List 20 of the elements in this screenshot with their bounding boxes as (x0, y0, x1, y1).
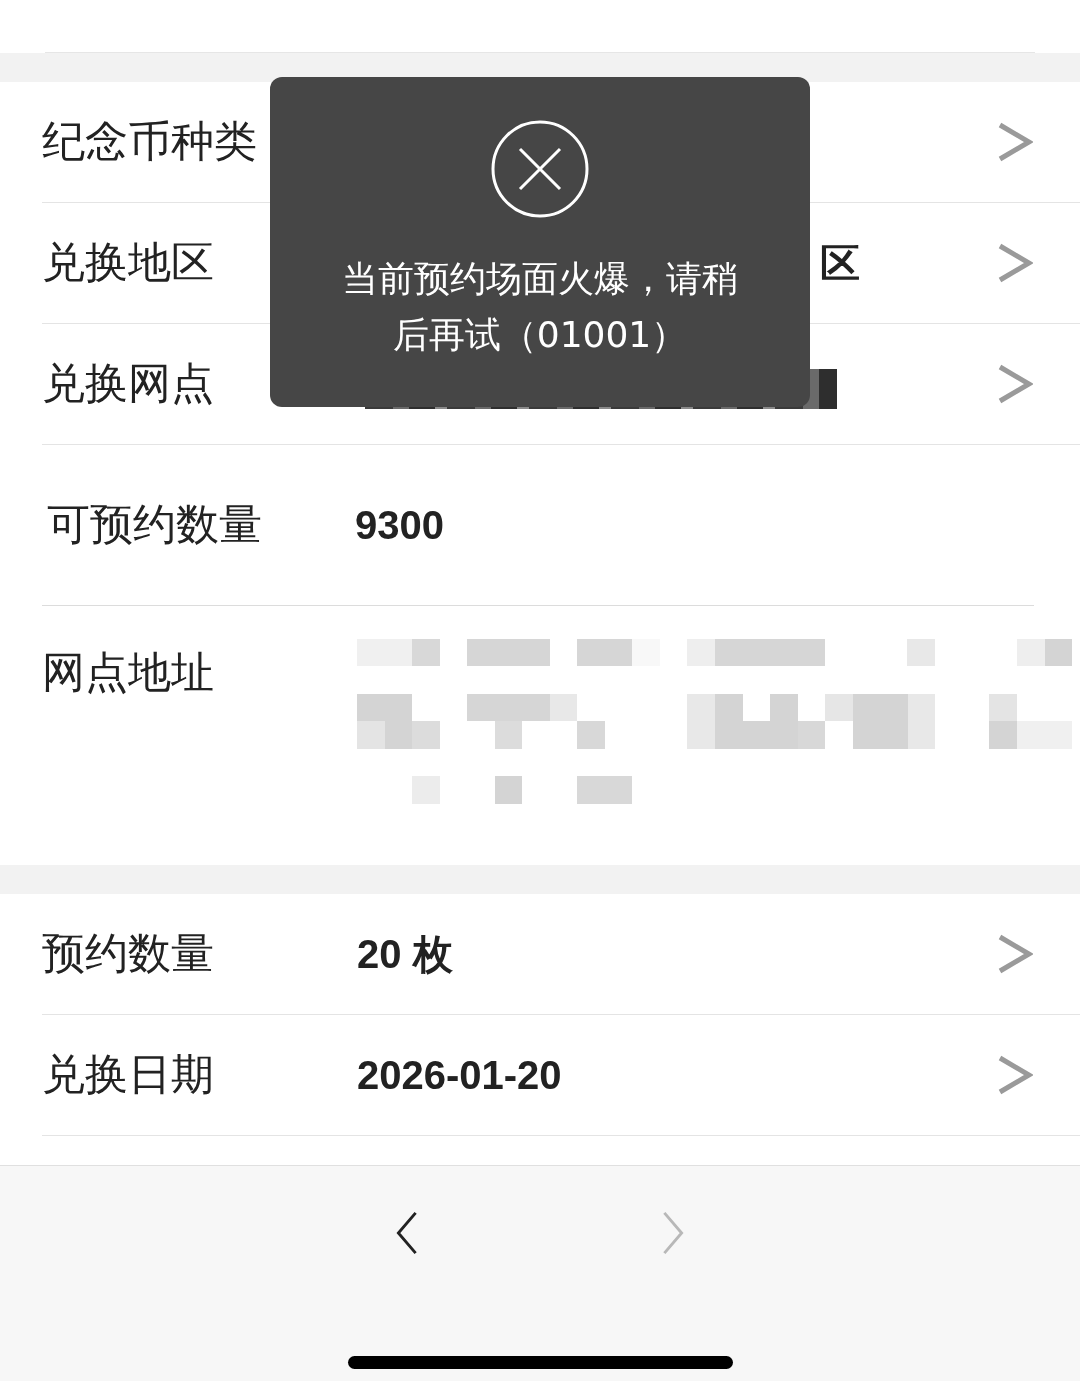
form-row[interactable]: 预约数量 20 枚 (42, 894, 1080, 1015)
close-circle-icon (490, 119, 590, 219)
form-row[interactable]: 兑换日期 2026-01-20 (42, 1015, 1080, 1136)
field-label: 兑换网点 (42, 357, 215, 410)
field-label: 纪念币种类 (42, 115, 258, 168)
chevron-right-icon (997, 934, 1033, 974)
field-label: 可预约数量 (47, 498, 263, 551)
field-label: 预约数量 (42, 927, 215, 980)
field-value: 20 枚 (357, 930, 454, 978)
field-label: 兑换日期 (42, 1048, 215, 1101)
chevron-right-icon (997, 122, 1033, 162)
field-value: 2026-01-20 (357, 1052, 563, 1098)
chevron-right-icon (997, 1055, 1033, 1095)
field-label: 兑换地区 (42, 236, 215, 289)
chevron-right-icon (997, 243, 1033, 283)
field-label: 网点地址 (42, 646, 215, 699)
field-value: 9300 (355, 502, 445, 548)
field-value: 区 (820, 239, 860, 287)
chevron-right-icon (997, 364, 1033, 404)
toast-message: 当前预约场面火爆，请稍后再试（01001） (341, 257, 739, 357)
